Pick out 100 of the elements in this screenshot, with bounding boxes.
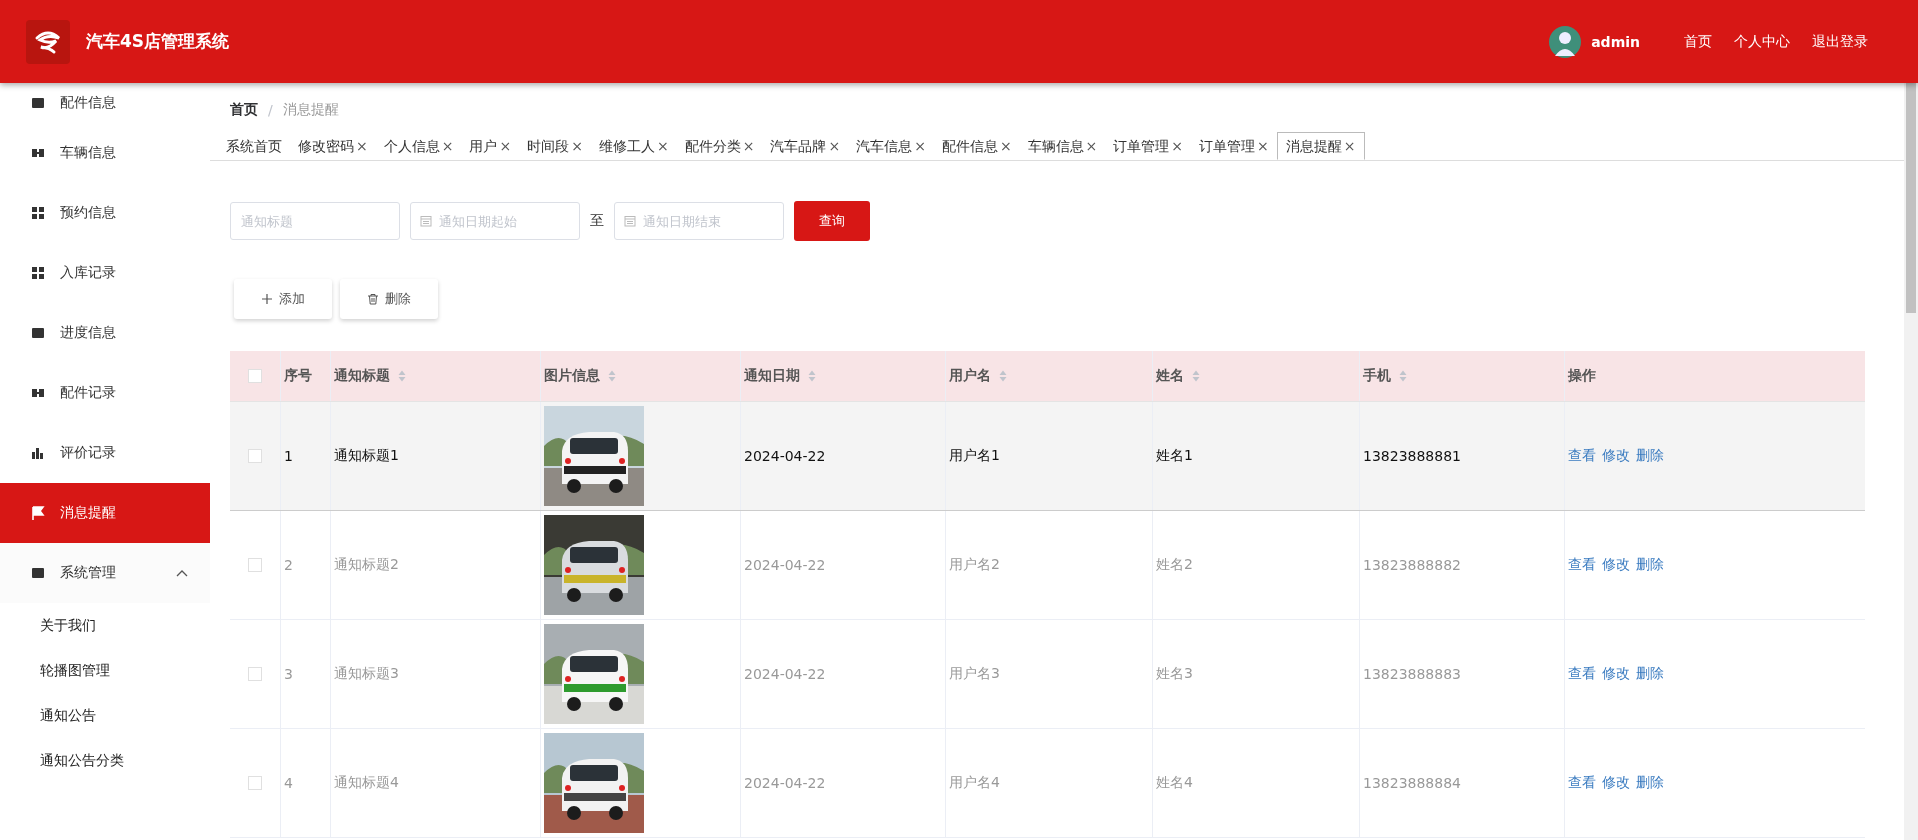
checkbox[interactable] <box>248 558 262 572</box>
close-icon[interactable]: × <box>356 138 368 154</box>
column-header[interactable]: 通知日期 <box>741 351 946 401</box>
sort-icon[interactable] <box>999 370 1007 382</box>
column-header[interactable]: 姓名 <box>1153 351 1360 401</box>
search-field[interactable]: 通知日期起始 <box>410 202 580 240</box>
table-row[interactable]: 1 通知标题1 2024-04-22 用户名1 姓名1 13823888881 查看 修改 删除 <box>230 402 1865 511</box>
breadcrumb-item: 消息提醒 <box>282 101 339 119</box>
breadcrumb-item[interactable]: 首页 <box>230 101 258 119</box>
checkbox[interactable] <box>248 667 262 681</box>
close-icon[interactable]: × <box>441 138 454 154</box>
row-action-link[interactable]: 删除 <box>1636 447 1664 465</box>
avatar-icon[interactable] <box>1549 25 1582 58</box>
row-action-link[interactable]: 修改 <box>1602 774 1630 792</box>
close-icon[interactable]: × <box>914 138 926 154</box>
sidebar-item[interactable]: 配件记录 <box>0 363 210 423</box>
sort-icon[interactable] <box>808 370 816 382</box>
header-link[interactable]: 首页 <box>1684 32 1712 51</box>
tab[interactable]: 时间段× <box>519 132 591 160</box>
table-cell: 用户名1 <box>949 447 1000 465</box>
tab[interactable]: 消息提醒× <box>1276 132 1365 160</box>
close-icon[interactable]: × <box>656 138 669 154</box>
tab[interactable]: 订单管理× <box>1105 132 1192 160</box>
column-header[interactable]: 序号 <box>281 351 331 401</box>
close-icon[interactable]: × <box>499 138 512 154</box>
row-action-link[interactable]: 查看 <box>1568 447 1596 465</box>
tab[interactable]: 维修工人× <box>590 132 677 160</box>
column-header[interactable]: 操作 <box>1565 351 1865 401</box>
sort-icon[interactable] <box>398 370 406 382</box>
submenu-item[interactable]: 关于我们 <box>0 603 210 648</box>
row-action-link[interactable]: 删除 <box>1636 556 1664 574</box>
close-icon[interactable]: × <box>571 138 583 154</box>
row-action-link[interactable]: 修改 <box>1602 665 1630 683</box>
row-action-link[interactable]: 修改 <box>1602 447 1630 465</box>
row-action-link[interactable]: 查看 <box>1568 774 1596 792</box>
table-cell: 姓名3 <box>1156 665 1193 683</box>
sort-icon[interactable] <box>608 370 616 382</box>
table-cell: 用户名4 <box>949 774 1000 792</box>
submenu-item[interactable]: 通知公告 <box>0 693 210 738</box>
tab[interactable]: 汽车信息× <box>848 132 934 160</box>
table-row[interactable]: 2 通知标题2 2024-04-22 用户名2 姓名2 13823888882 查看 修改 删除 <box>230 511 1865 620</box>
sidebar-item[interactable]: 系统管理 <box>0 543 210 603</box>
search-field[interactable]: 通知日期结束 <box>614 202 784 240</box>
sidebar-item[interactable]: 入库记录 <box>0 243 210 303</box>
tab[interactable]: 订单管理× <box>1191 132 1277 160</box>
close-icon[interactable]: × <box>1085 138 1098 154</box>
scrollbar[interactable] <box>1904 83 1918 840</box>
table-cell: 通知标题2 <box>334 556 399 574</box>
sidebar-item[interactable]: 消息提醒 <box>0 483 210 543</box>
tab[interactable]: 系统首页 <box>218 132 290 160</box>
action-button[interactable]: 添加 <box>234 279 332 319</box>
sidebar-item[interactable]: 配件信息 <box>0 83 210 123</box>
close-icon[interactable]: × <box>999 138 1012 154</box>
sidebar-item[interactable]: 车辆信息 <box>0 123 210 183</box>
table-cell: 姓名4 <box>1156 774 1193 792</box>
tab[interactable]: 个人信息× <box>375 132 462 160</box>
column-header[interactable]: 手机 <box>1360 351 1565 401</box>
checkbox[interactable] <box>248 449 262 463</box>
table-cell: 13823888883 <box>1363 666 1461 682</box>
tab[interactable]: 用户× <box>461 132 520 160</box>
close-icon[interactable]: × <box>1343 138 1356 154</box>
row-action-link[interactable]: 查看 <box>1568 556 1596 574</box>
row-action-link[interactable]: 修改 <box>1602 556 1630 574</box>
column-header[interactable]: 图片信息 <box>541 351 741 401</box>
search-button[interactable]: 查询 <box>794 201 870 241</box>
row-action-link[interactable]: 查看 <box>1568 665 1596 683</box>
column-header[interactable]: 用户名 <box>946 351 1153 401</box>
header-link[interactable]: 退出登录 <box>1812 32 1868 51</box>
checkbox[interactable] <box>248 369 262 383</box>
tab[interactable]: 配件分类× <box>676 132 763 160</box>
close-icon[interactable]: × <box>1257 138 1269 154</box>
column-header[interactable]: 通知标题 <box>331 351 541 401</box>
app-title: 汽车4S店管理系统 <box>86 30 230 53</box>
close-icon[interactable]: × <box>742 138 755 154</box>
close-icon[interactable]: × <box>828 138 841 154</box>
sort-icon[interactable] <box>1192 370 1200 382</box>
table-cell: 通知标题3 <box>334 665 399 683</box>
row-action-link[interactable]: 删除 <box>1636 665 1664 683</box>
table-row[interactable]: 3 通知标题3 2024-04-22 用户名3 姓名3 13823888883 查看 修改 删除 <box>230 620 1865 729</box>
table-cell: 姓名1 <box>1156 447 1193 465</box>
search-field[interactable]: 通知标题 <box>230 202 400 240</box>
submenu-item[interactable]: 通知公告分类 <box>0 738 210 783</box>
submenu-item[interactable]: 轮播图管理 <box>0 648 210 693</box>
row-action-link[interactable]: 删除 <box>1636 774 1664 792</box>
table-cell: 用户名2 <box>949 556 1000 574</box>
tab[interactable]: 车辆信息× <box>1019 132 1106 160</box>
tab[interactable]: 配件信息× <box>933 132 1020 160</box>
table-cell: 姓名2 <box>1156 556 1193 574</box>
table-row[interactable]: 4 通知标题4 2024-04-22 用户名4 姓名4 13823888884 查看 修改 删除 <box>230 729 1865 838</box>
header-link[interactable]: 个人中心 <box>1734 32 1790 51</box>
action-button[interactable]: 删除 <box>340 279 438 319</box>
sidebar-item[interactable]: 预约信息 <box>0 183 210 243</box>
sidebar-item[interactable]: 进度信息 <box>0 303 210 363</box>
table-cell: 通知标题4 <box>334 774 399 792</box>
sidebar-item[interactable]: 评价记录 <box>0 423 210 483</box>
sort-icon[interactable] <box>1399 370 1407 382</box>
tab[interactable]: 修改密码× <box>290 132 376 160</box>
close-icon[interactable]: × <box>1171 138 1184 154</box>
tab[interactable]: 汽车品牌× <box>762 132 849 160</box>
checkbox[interactable] <box>248 776 262 790</box>
